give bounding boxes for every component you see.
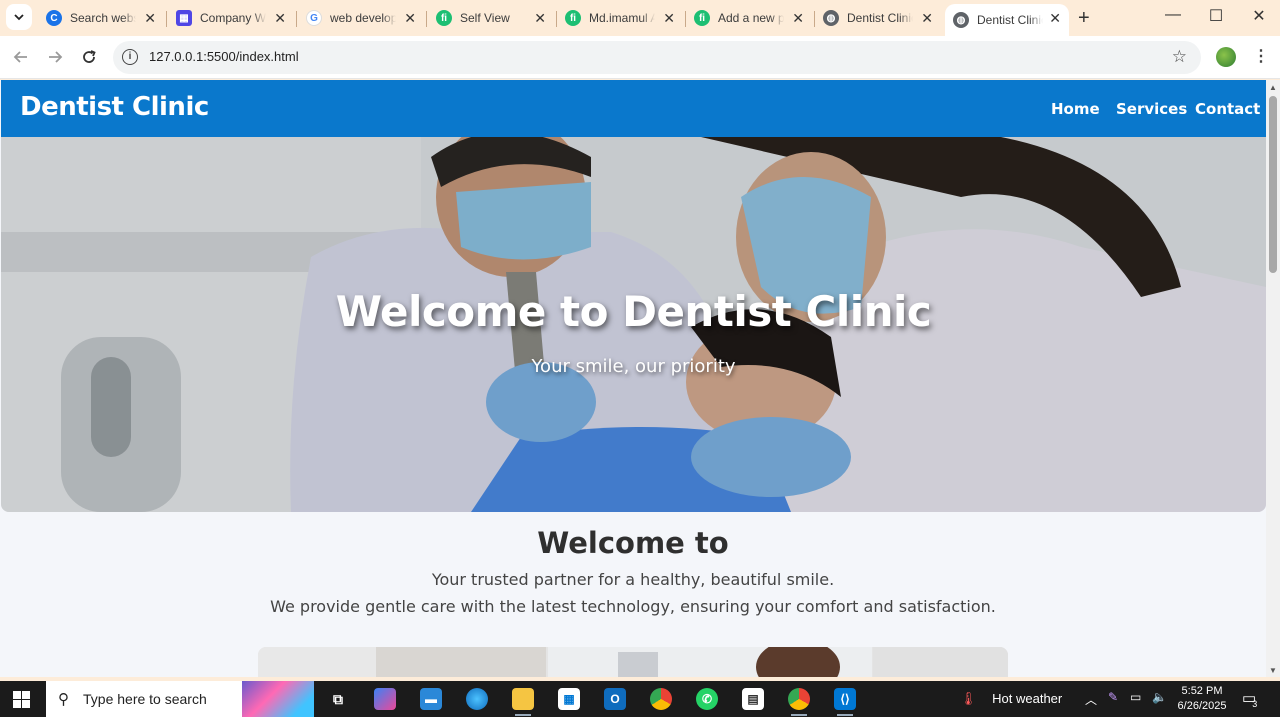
- tab-web-development[interactable]: G web development ✕: [298, 4, 424, 32]
- edge-icon[interactable]: [466, 688, 488, 710]
- close-window-button[interactable]: ✕: [1249, 6, 1269, 26]
- nav-services-link[interactable]: Services: [1116, 100, 1187, 118]
- calendar-icon: ▦: [176, 10, 192, 26]
- browser-toolbar: i 127.0.0.1:5500/index.html ☆ ⋮: [0, 36, 1280, 79]
- volume-icon[interactable]: 🔈: [1152, 690, 1167, 717]
- copilot-icon: C: [46, 10, 62, 26]
- search-icon: ⚲: [58, 691, 69, 708]
- fiverr-icon: fi: [436, 10, 452, 26]
- close-icon[interactable]: ✕: [921, 10, 933, 26]
- chevron-down-icon: [14, 14, 24, 21]
- reload-icon: [83, 50, 96, 63]
- tab-add-portfolio[interactable]: fi Add a new portfolio ✕: [686, 4, 812, 32]
- nav-contact-link[interactable]: Contact: [1195, 100, 1260, 118]
- tab-self-view[interactable]: fi Self View ✕: [428, 4, 554, 32]
- windows-taskbar: ⚲ Type here to search ⧉ ▬ ▦ O ✆ ▤ ⟨⟩ 🌡 H…: [0, 681, 1280, 717]
- arrow-left-icon: [13, 51, 27, 63]
- globe-icon: ◍: [953, 12, 969, 28]
- taskbar-search-box[interactable]: ⚲ Type here to search: [46, 681, 314, 717]
- fiverr-icon: fi: [694, 10, 710, 26]
- taskbar-search-placeholder[interactable]: Type here to search: [83, 691, 207, 707]
- welcome-text-line-2: We provide gentle care with the latest t…: [270, 597, 996, 616]
- weather-text: Hot weather: [992, 691, 1063, 706]
- welcome-heading: Welcome to: [537, 526, 729, 560]
- google-icon: G: [306, 10, 322, 26]
- notification-center-icon[interactable]: ▭3: [1242, 689, 1261, 717]
- tab-company-website[interactable]: ▦ Company Website ✕: [168, 4, 294, 32]
- minimize-button[interactable]: —: [1163, 6, 1183, 24]
- thermometer-icon: 🌡: [960, 691, 977, 706]
- copilot-icon[interactable]: [374, 688, 396, 710]
- back-button[interactable]: [10, 46, 32, 68]
- microsoft-store-icon[interactable]: ▦: [558, 688, 580, 710]
- scroll-up-arrow-icon[interactable]: ▲: [1269, 83, 1277, 92]
- vscode-icon[interactable]: ⟨⟩: [834, 688, 856, 716]
- globe-icon: ◍: [823, 10, 839, 26]
- close-icon[interactable]: ✕: [792, 10, 804, 26]
- notepad-icon[interactable]: ▤: [742, 688, 764, 710]
- windows-start-icon[interactable]: [13, 691, 30, 708]
- site-info-icon[interactable]: i: [122, 49, 138, 65]
- close-icon[interactable]: ✕: [144, 10, 156, 26]
- show-hidden-icons-chevron-icon[interactable]: ︿: [1085, 691, 1097, 717]
- clock-date: 6/26/2025: [1177, 700, 1227, 712]
- bookmark-star-icon[interactable]: ☆: [1172, 47, 1187, 67]
- profile-avatar[interactable]: [1216, 47, 1236, 67]
- search-highlight-image: [242, 681, 314, 717]
- address-bar[interactable]: i 127.0.0.1:5500/index.html ☆: [113, 41, 1201, 74]
- page-scrollbar[interactable]: ▲ ▼: [1266, 80, 1280, 677]
- close-icon[interactable]: ✕: [1049, 10, 1061, 26]
- site-header: Dentist Clinic Home Services Contact: [1, 80, 1266, 137]
- welcome-text-line-1: Your trusted partner for a healthy, beau…: [431, 570, 835, 589]
- close-icon[interactable]: ✕: [404, 10, 416, 26]
- pen-icon[interactable]: ✎: [1108, 690, 1118, 717]
- fiverr-icon: fi: [565, 10, 581, 26]
- chrome-icon[interactable]: [650, 688, 672, 710]
- close-icon[interactable]: ✕: [534, 10, 546, 26]
- tab-dentist-clinic-active[interactable]: ◍ Dentist Clinic ✕: [945, 4, 1069, 36]
- tab-md-imamul[interactable]: fi Md.imamul Alam ✕: [557, 4, 683, 32]
- tab-strip: C Search websites ✕ ▦ Company Website ✕ …: [0, 0, 1280, 36]
- scrollbar-thumb[interactable]: [1269, 96, 1277, 273]
- file-explorer-icon[interactable]: [512, 688, 534, 716]
- notification-count-badge: 3: [1252, 699, 1258, 709]
- maximize-button[interactable]: ☐: [1206, 6, 1226, 26]
- whatsapp-icon[interactable]: ✆: [696, 688, 718, 710]
- image-gallery: [258, 647, 1008, 677]
- close-icon[interactable]: ✕: [663, 10, 675, 26]
- page-viewport: Dentist Clinic Home Services Contact Wel…: [0, 80, 1266, 677]
- weather-widget[interactable]: 🌡 Hot weather: [960, 691, 1062, 717]
- battery-icon[interactable]: ▭: [1130, 690, 1141, 717]
- reload-button[interactable]: [78, 46, 100, 68]
- outlook-icon[interactable]: O: [604, 688, 626, 710]
- hero-title: Welcome to Dentist Clinic: [335, 287, 932, 336]
- nav-home-link[interactable]: Home: [1051, 100, 1100, 118]
- forward-button[interactable]: [44, 46, 66, 68]
- tab-search-websites[interactable]: C Search websites ✕: [38, 4, 164, 32]
- arrow-right-icon: [49, 51, 63, 63]
- new-tab-button[interactable]: +: [1078, 7, 1090, 30]
- chrome-active-icon[interactable]: [788, 688, 810, 716]
- task-view-icon[interactable]: ⧉: [327, 688, 349, 710]
- gallery-photo-strip: [258, 647, 1008, 677]
- url-text[interactable]: 127.0.0.1:5500/index.html: [149, 49, 299, 64]
- close-icon[interactable]: ✕: [274, 10, 286, 26]
- browser-menu-icon[interactable]: ⋮: [1253, 46, 1269, 66]
- clock-time: 5:52 PM: [1181, 685, 1223, 697]
- tab-dentist-clinic[interactable]: ◍ Dentist Clinic ✕: [815, 4, 941, 32]
- tab-search-button[interactable]: [6, 4, 32, 30]
- files-app-icon[interactable]: ▬: [420, 688, 442, 710]
- hero-banner: Welcome to Dentist Clinic Your smile, ou…: [1, 137, 1266, 512]
- hero-subtitle: Your smile, our priority: [531, 356, 736, 377]
- site-brand[interactable]: Dentist Clinic: [20, 92, 209, 122]
- system-clock[interactable]: 5:52 PM 6/26/2025: [1172, 684, 1232, 714]
- scroll-down-arrow-icon[interactable]: ▼: [1269, 666, 1277, 675]
